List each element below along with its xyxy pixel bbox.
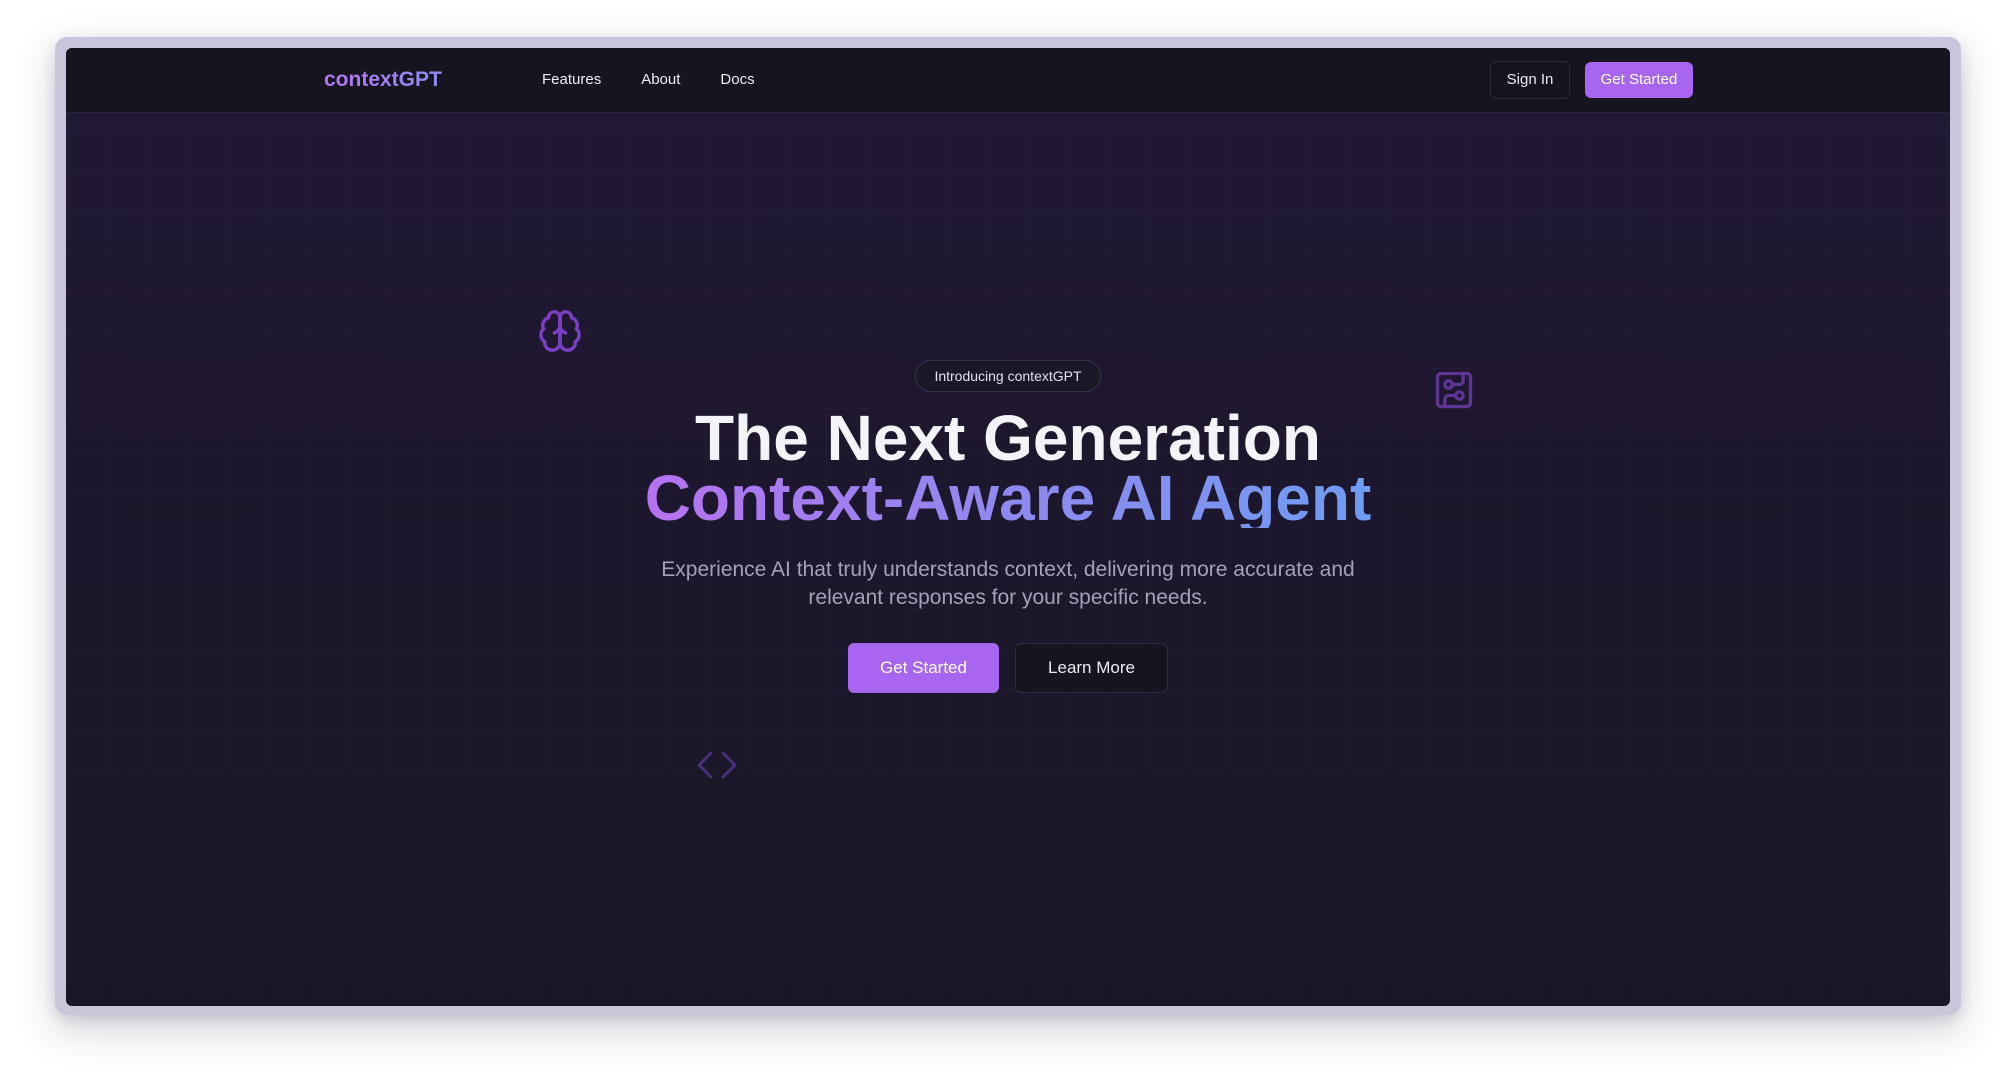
hero-title-line2: Context-Aware AI Agent: [644, 462, 1372, 534]
nav-link-features[interactable]: Features: [526, 62, 617, 98]
app-screen: contextGPT Features About Docs Sign In G…: [66, 48, 1950, 1006]
nav-links: Features About Docs: [526, 62, 771, 98]
circuit-board-icon: [1432, 368, 1476, 412]
intro-badge: Introducing contextGPT: [915, 360, 1101, 392]
nav-get-started-button[interactable]: Get Started: [1585, 62, 1693, 98]
navbar: contextGPT Features About Docs Sign In G…: [66, 48, 1950, 113]
hero-get-started-button[interactable]: Get Started: [848, 643, 999, 693]
brand-logo[interactable]: contextGPT: [324, 48, 442, 112]
hero-title-line1: The Next Generation: [695, 402, 1321, 474]
code-icon: [693, 745, 741, 785]
sign-in-button[interactable]: Sign In: [1490, 61, 1570, 99]
nav-link-docs[interactable]: Docs: [704, 62, 770, 98]
nav-link-about[interactable]: About: [625, 62, 696, 98]
hero-subtitle: Experience AI that truly understands con…: [661, 558, 1355, 609]
brain-icon: [537, 308, 583, 354]
hero-title: The Next Generation Context-Aware AI Age…: [66, 402, 1950, 534]
learn-more-button[interactable]: Learn More: [1015, 643, 1168, 693]
